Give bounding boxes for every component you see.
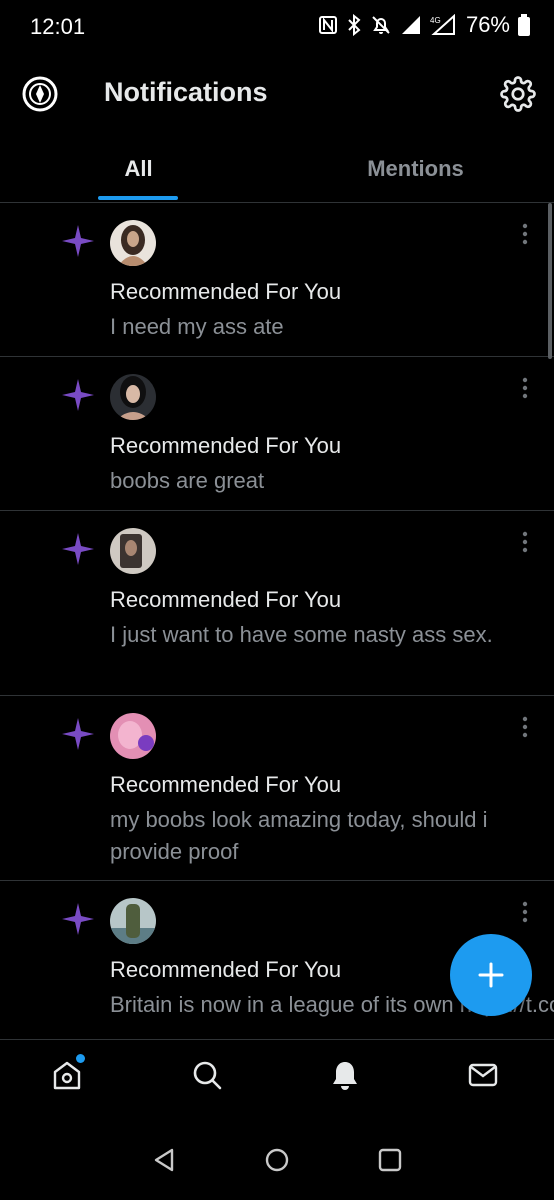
mail-icon	[468, 1063, 498, 1087]
notification-item[interactable]: Recommended For You boobs are great	[0, 357, 554, 511]
more-options-icon[interactable]	[522, 531, 528, 553]
more-options-icon[interactable]	[522, 377, 528, 399]
sparkle-icon	[62, 903, 94, 935]
status-time: 12:01	[30, 14, 86, 39]
home-button[interactable]	[50, 1054, 90, 1098]
app-logo-icon[interactable]	[22, 76, 58, 112]
scrollbar[interactable]	[548, 203, 552, 359]
notification-title: Recommended For You	[110, 587, 342, 612]
notification-body: I just want to have some nasty ass sex.	[110, 622, 493, 647]
gear-icon[interactable]	[500, 76, 536, 112]
more-options-icon[interactable]	[522, 223, 528, 245]
notification-item[interactable]: Recommended For You my boobs look amazin…	[0, 696, 554, 881]
4g-signal-icon: 4G	[430, 14, 455, 35]
notification-list[interactable]: Recommended For You I need my ass ate Re…	[0, 203, 554, 1039]
tab-bar: All Mentions	[0, 138, 554, 203]
tab-selected-indicator	[98, 196, 178, 200]
sparkle-icon	[62, 379, 94, 411]
messages-button[interactable]	[466, 1058, 506, 1098]
bluetooth-icon	[348, 14, 361, 36]
search-button[interactable]	[190, 1058, 230, 1098]
status-bar: 12:01 4G 76%	[0, 0, 554, 56]
status-icons: 4G 76%	[318, 12, 530, 38]
avatar[interactable]	[110, 528, 156, 574]
battery-percent: 76%	[465, 12, 510, 37]
notification-title: Recommended For You	[110, 279, 342, 304]
notification-title: Recommended For You	[110, 433, 342, 458]
search-icon	[193, 1061, 222, 1090]
sparkle-icon	[62, 533, 94, 565]
compose-button[interactable]	[450, 934, 532, 1016]
notification-body: Britain is now in a league of its own ht…	[110, 992, 554, 1017]
tab-all[interactable]: All	[0, 138, 277, 202]
more-options-icon[interactable]	[522, 901, 528, 923]
page-title: Notifications	[104, 77, 268, 107]
plus-icon	[478, 962, 504, 988]
bottom-nav	[0, 1039, 554, 1118]
mute-icon	[372, 16, 390, 34]
recents-icon[interactable]	[375, 1145, 405, 1175]
notification-item[interactable]: Recommended For You I need my ass ate	[0, 203, 554, 357]
app-header: Notifications	[0, 60, 554, 130]
notifications-button[interactable]	[328, 1058, 368, 1098]
signal-icon	[401, 16, 420, 34]
nfc-icon	[318, 16, 337, 34]
avatar[interactable]	[110, 898, 156, 944]
tab-mentions[interactable]: Mentions	[277, 138, 554, 202]
back-icon[interactable]	[150, 1145, 180, 1175]
avatar[interactable]	[110, 220, 156, 266]
unread-dot	[76, 1054, 85, 1063]
system-nav-bar	[0, 1117, 554, 1200]
tab-mentions-label: Mentions	[367, 156, 464, 181]
notification-body: boobs are great	[110, 468, 265, 493]
avatar[interactable]	[110, 374, 156, 420]
sparkle-icon	[62, 225, 94, 257]
sparkle-icon	[62, 718, 94, 750]
battery-icon	[518, 14, 530, 36]
notification-title: Recommended For You	[110, 957, 342, 982]
home-icon	[53, 1061, 81, 1090]
svg-text:4G: 4G	[430, 16, 441, 25]
notification-item[interactable]: Recommended For You I just want to have …	[0, 511, 554, 696]
notification-title: Recommended For You	[110, 772, 342, 797]
notification-body: I need my ass ate	[110, 314, 284, 339]
more-options-icon[interactable]	[522, 716, 528, 738]
home-circle-icon[interactable]	[262, 1145, 292, 1175]
avatar[interactable]	[110, 713, 156, 759]
notification-body: my boobs look amazing today, should i pr…	[110, 807, 488, 864]
bell-icon	[333, 1062, 357, 1090]
